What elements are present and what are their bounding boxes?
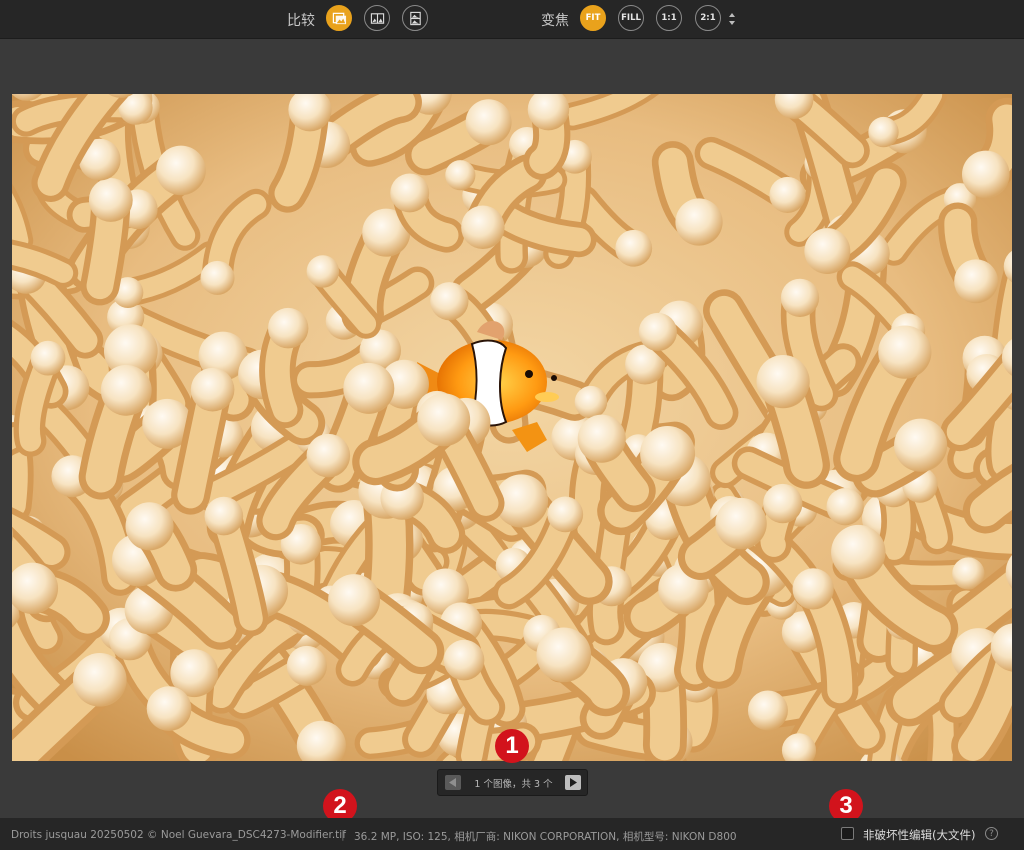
zoom-stepper-icon[interactable]: [728, 11, 736, 27]
compare-label: 比较: [287, 13, 315, 29]
callout-badge-1: 1: [495, 729, 529, 763]
top-toolbar: 比较 变焦 FIT FILL 1:1 2:1: [0, 0, 1024, 39]
status-bar: Droits jusquau 20250502 © Noel Guevara_D…: [0, 818, 1024, 850]
zoom-fit-button[interactable]: FIT: [580, 5, 606, 31]
zoom-2-1-button[interactable]: 2:1: [695, 5, 721, 31]
single-view-icon: [332, 12, 346, 24]
image-pager: 1 个图像，共 3 个: [437, 769, 588, 796]
next-image-button[interactable]: [565, 775, 581, 790]
anemone-clownfish-image: [12, 94, 1012, 761]
photo-preview: [12, 94, 1012, 761]
split-view-icon: [409, 11, 421, 25]
zoom-fill-button[interactable]: FILL: [618, 5, 644, 31]
nondestructive-checkbox[interactable]: [841, 827, 854, 840]
file-info: Droits jusquau 20250502 © Noel Guevara_D…: [11, 829, 346, 841]
compare-single-button[interactable]: [326, 5, 352, 31]
zoom-label: 变焦: [541, 13, 569, 29]
help-icon[interactable]: ?: [985, 827, 998, 840]
side-by-side-icon: [370, 12, 384, 24]
triangle-right-icon: [570, 778, 577, 787]
compare-split-button[interactable]: [402, 5, 428, 31]
previous-image-button[interactable]: [445, 775, 461, 790]
status-separator: |: [341, 828, 345, 841]
compare-side-by-side-button[interactable]: [364, 5, 390, 31]
nondestructive-label[interactable]: 非破坏性编辑(大文件): [863, 827, 975, 843]
triangle-left-icon: [449, 778, 456, 787]
zoom-1-1-button[interactable]: 1:1: [656, 5, 682, 31]
pager-text: 1 个图像，共 3 个: [474, 779, 553, 790]
camera-info: 36.2 MP, ISO: 125, 相机厂商: NIKON CORPORATI…: [354, 831, 737, 843]
